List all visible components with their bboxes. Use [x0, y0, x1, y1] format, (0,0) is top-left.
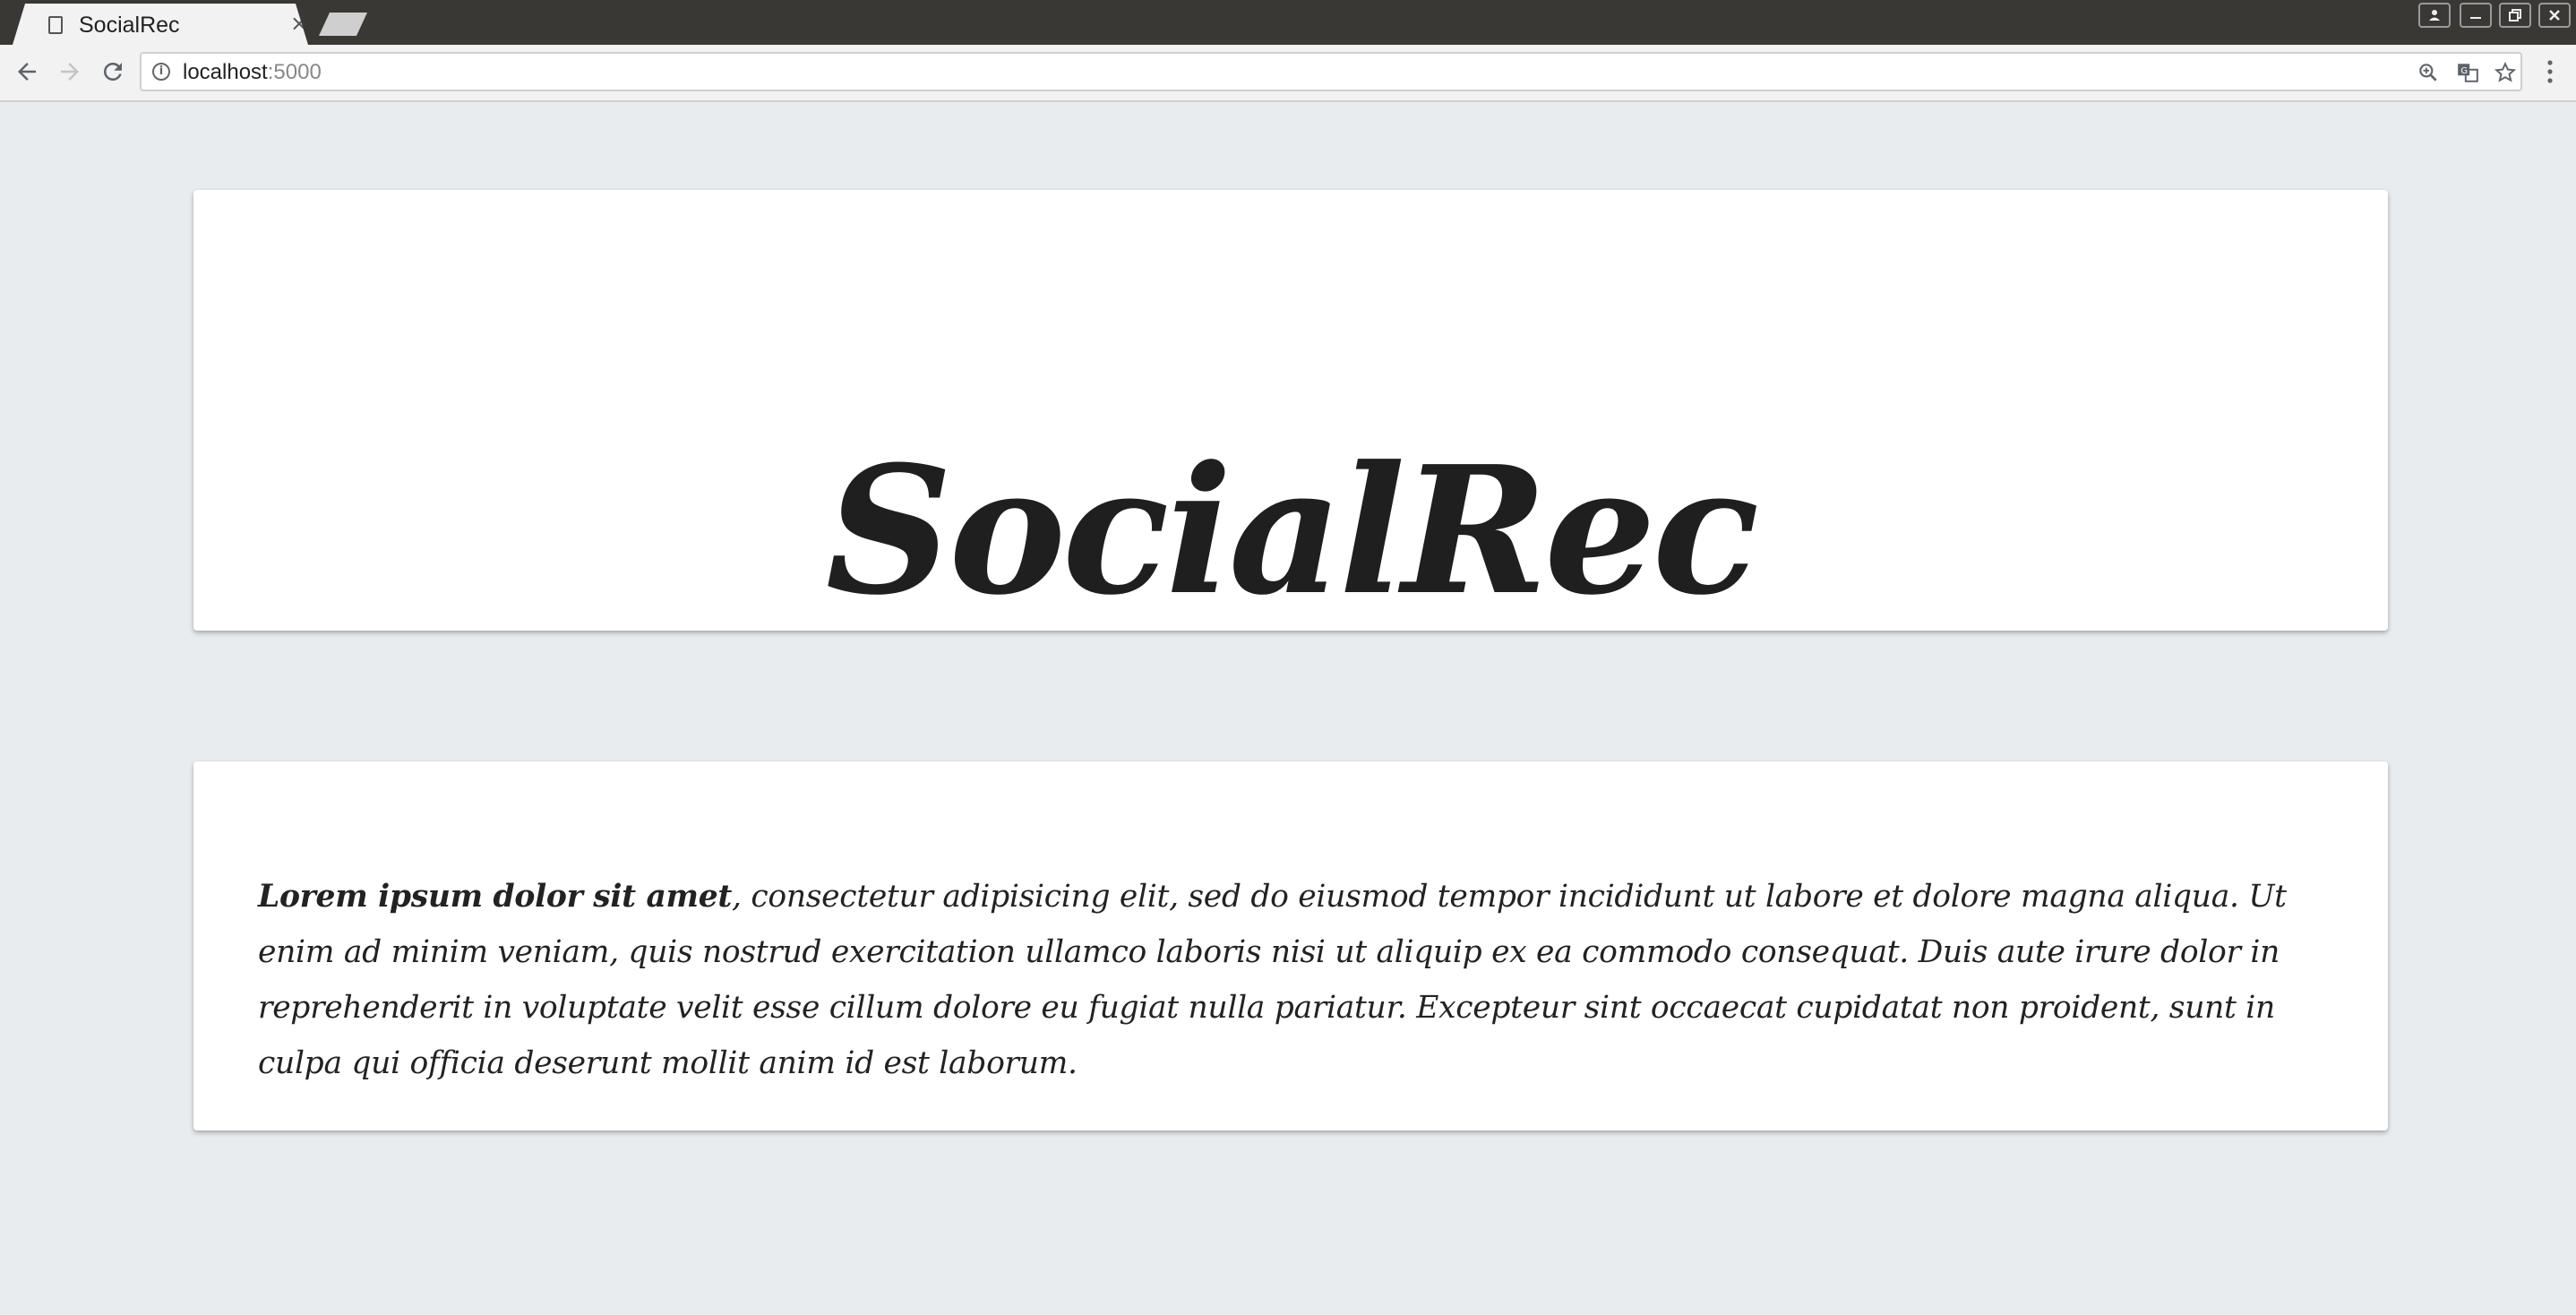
- browser-toolbar: i localhost:5000 G: [0, 45, 2576, 102]
- profile-icon[interactable]: [2418, 3, 2451, 28]
- arrow-right-icon[interactable]: [54, 56, 86, 88]
- restore-icon[interactable]: [2499, 3, 2531, 28]
- arrow-left-icon[interactable]: [11, 56, 43, 88]
- tab-close-icon[interactable]: ×: [290, 11, 308, 36]
- info-icon[interactable]: i: [152, 63, 170, 81]
- url-text: localhost:5000: [183, 59, 322, 86]
- url-host: localhost: [183, 60, 268, 84]
- kebab-menu-icon[interactable]: [2537, 56, 2563, 88]
- reload-icon[interactable]: [97, 56, 129, 88]
- hero-card: SocialRec: [193, 190, 2388, 631]
- browser-tab-active[interactable]: SocialRec ×: [13, 4, 308, 45]
- document-icon: [48, 16, 63, 34]
- zoom-icon[interactable]: [2413, 57, 2443, 88]
- close-icon[interactable]: [2538, 3, 2571, 28]
- intro-lead: Lorem ipsum dolor sit amet: [258, 879, 733, 915]
- minimize-icon[interactable]: [2460, 3, 2492, 28]
- address-bar[interactable]: i localhost:5000 G: [140, 52, 2522, 91]
- star-icon[interactable]: [2490, 57, 2520, 88]
- intro-paragraph: Lorem ipsum dolor sit amet, consectetur …: [258, 869, 2318, 1091]
- new-tab-button[interactable]: [319, 13, 367, 36]
- browser-tabstrip: SocialRec ×: [0, 0, 2576, 45]
- url-port: :5000: [267, 60, 322, 84]
- tab-title: SocialRec: [79, 13, 180, 38]
- translate-icon[interactable]: G: [2452, 57, 2483, 88]
- svg-text:G: G: [2460, 66, 2468, 76]
- intro-card: Lorem ipsum dolor sit amet, consectetur …: [193, 761, 2388, 1130]
- site-title: SocialRec: [825, 428, 1759, 635]
